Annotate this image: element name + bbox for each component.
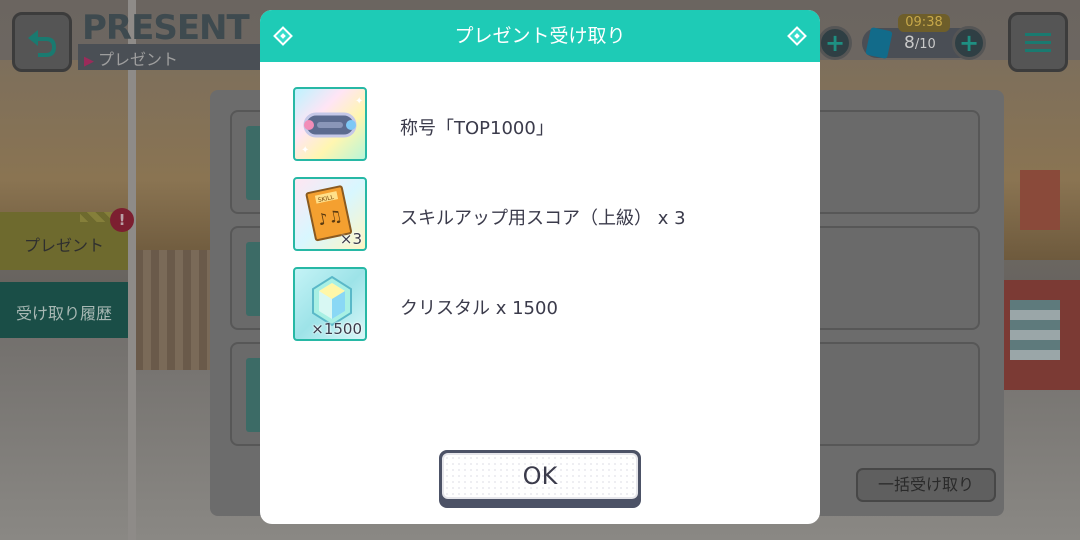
notification-badge: ! — [110, 208, 134, 232]
background-pillar — [128, 0, 136, 540]
back-arrow-icon — [28, 30, 56, 57]
bulk-receive-button[interactable]: 一括受け取り — [856, 468, 996, 502]
page-subtitle: ▶ プレゼント — [84, 46, 178, 70]
tab-present-label: プレゼント — [24, 236, 105, 255]
item-name: クリスタル x 1500 — [400, 298, 558, 319]
menu-button[interactable] — [1008, 12, 1068, 72]
tab-history[interactable]: 受け取り履歴 — [0, 282, 128, 338]
triangle-icon: ▶ — [84, 54, 94, 69]
plus-icon: + — [824, 29, 846, 57]
title-plate-icon: ✦ ✦ — [301, 96, 363, 156]
crystal-icon: ×1500 — [293, 267, 367, 341]
hamburger-icon-line — [1025, 32, 1051, 36]
page-title: PRESENT — [82, 8, 250, 48]
back-button[interactable] — [12, 12, 72, 72]
skill-score-icon: SKILL ♪♫ ×3 — [293, 177, 367, 251]
stamina-max: /10 — [914, 37, 936, 52]
tab-history-label: 受け取り履歴 — [16, 304, 113, 323]
add-currency-button[interactable]: + — [818, 26, 852, 60]
dialog-title: プレゼント受け取り — [454, 25, 626, 47]
item-name: スキルアップ用スコア（上級） x 3 — [400, 208, 686, 229]
item-quantity: ×1500 — [311, 320, 362, 338]
svg-text:✦: ✦ — [301, 145, 309, 156]
hamburger-icon-line — [1025, 48, 1051, 52]
page-subtitle-text: プレゼント — [98, 50, 179, 69]
ok-button[interactable]: OK — [439, 450, 641, 508]
hamburger-icon-line — [1025, 40, 1051, 44]
tab-present[interactable]: プレゼント — [0, 212, 128, 270]
background-poster — [1020, 170, 1060, 230]
stamina-current: 8 — [904, 33, 915, 53]
receive-dialog: プレゼント受け取り ✦ ✦ 称号「TOP1000」 SKILL ♪♫ ×3 スキ… — [260, 10, 820, 524]
stamina-value: 8/10 — [904, 33, 936, 53]
item-quantity: ×3 — [339, 230, 362, 248]
item-name: 称号「TOP1000」 — [400, 118, 554, 139]
background-cabinet — [1010, 300, 1060, 360]
stamina-timer: 09:38 — [898, 14, 950, 32]
plus-icon: + — [958, 29, 980, 57]
title-badge-icon: ✦ ✦ — [293, 87, 367, 161]
add-stamina-button[interactable]: + — [952, 26, 986, 60]
svg-text:✦: ✦ — [355, 96, 363, 107]
background-shelf — [135, 250, 215, 370]
ok-button-label: OK — [442, 453, 638, 499]
